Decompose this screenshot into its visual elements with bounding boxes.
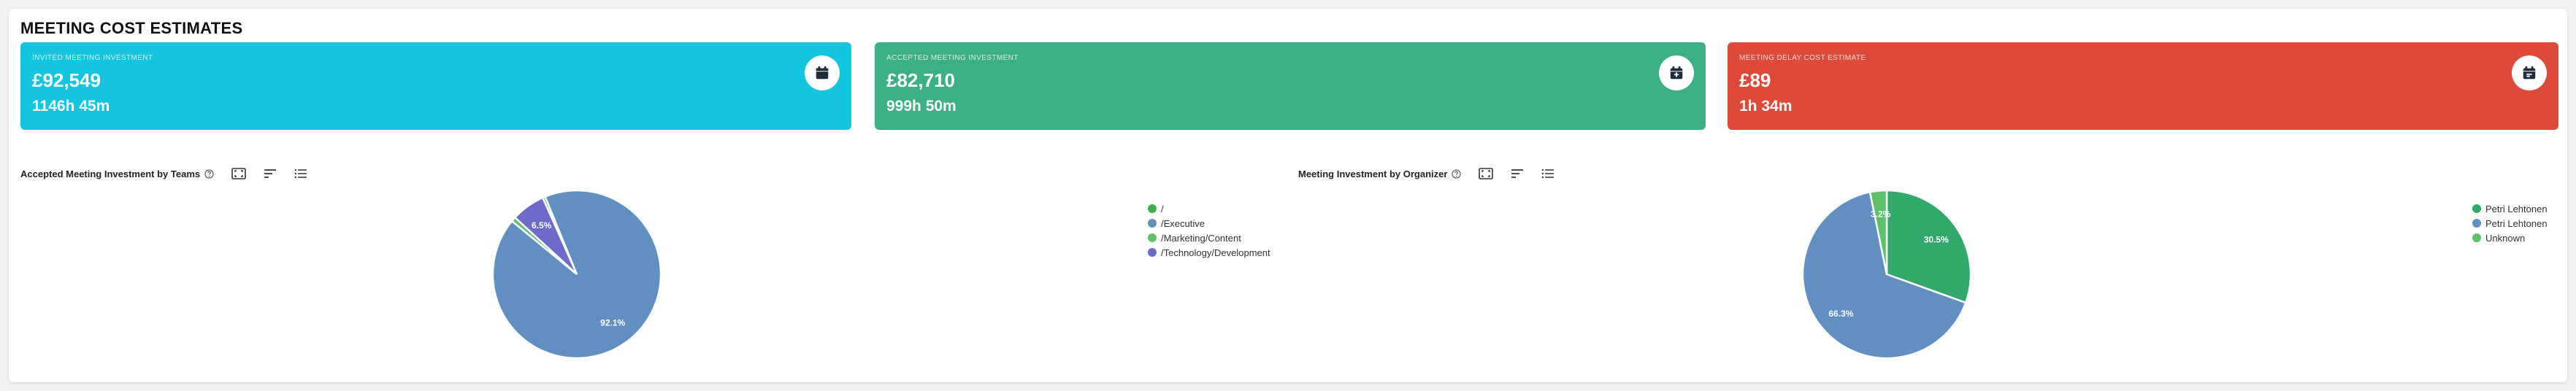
legend-label: Unknown xyxy=(2485,232,2526,244)
help-icon[interactable] xyxy=(204,169,214,179)
calendar-check-icon xyxy=(1659,55,1694,90)
teams-chart-header: Accepted Meeting Investment by Teams xyxy=(20,168,307,179)
calendar-clock-icon xyxy=(2512,55,2547,90)
teams-chart-title: Accepted Meeting Investment by Teams xyxy=(20,168,201,179)
teams-pie-chart: 92.1% 6.5% xyxy=(491,189,662,360)
pie-slice-label: 6.5% xyxy=(532,220,552,231)
pie-slice-label: 3.2% xyxy=(1871,209,1891,220)
delay-cost-card: MEETING DELAY COST ESTIMATE £89 1h 34m xyxy=(1728,42,2558,130)
legend-swatch xyxy=(1148,219,1157,228)
list-icon[interactable] xyxy=(294,169,307,179)
legend-swatch xyxy=(1148,204,1157,213)
legend-item[interactable]: / xyxy=(1148,201,1270,216)
meeting-cost-panel: MEETING COST ESTIMATES INVITED MEETING I… xyxy=(9,9,2567,382)
card-label: INVITED MEETING INVESTMENT xyxy=(32,54,153,62)
teams-chart-legend: / /Executive/Marketing/Content/Technology… xyxy=(1148,201,1270,260)
help-icon[interactable] xyxy=(1452,169,1462,179)
accepted-investment-card: ACCEPTED MEETING INVESTMENT £82,710 999h… xyxy=(875,42,1706,130)
legend-item[interactable]: /Executive xyxy=(1148,216,1270,231)
legend-label: / xyxy=(1161,203,1164,214)
card-value: £82,710 xyxy=(886,69,955,91)
pie-slice-label: 66.3% xyxy=(1828,309,1853,319)
page-title: MEETING COST ESTIMATES xyxy=(20,19,243,37)
legend-swatch xyxy=(2472,233,2481,242)
card-duration: 1h 34m xyxy=(1739,98,1793,115)
sort-icon[interactable] xyxy=(1511,169,1524,179)
organizer-chart-legend: Petri Lehtonen Petri Lehtonen Unknown xyxy=(2472,201,2548,245)
legend-swatch xyxy=(2472,219,2481,228)
legend-item[interactable]: Petri Lehtonen xyxy=(2472,216,2548,231)
sort-icon[interactable] xyxy=(264,169,277,179)
legend-item[interactable]: Petri Lehtonen xyxy=(2472,201,2548,216)
organizer-pie-chart: 30.5% 66.3% 3.2% xyxy=(1801,189,1972,360)
organizer-chart-header: Meeting Investment by Organizer xyxy=(1298,168,1555,179)
organizer-chart-title: Meeting Investment by Organizer xyxy=(1298,168,1448,179)
card-label: ACCEPTED MEETING INVESTMENT xyxy=(886,54,1019,62)
legend-item[interactable]: /Marketing/Content xyxy=(1148,231,1270,245)
pie-slice-label: 92.1% xyxy=(600,318,625,328)
list-icon[interactable] xyxy=(1541,169,1555,179)
legend-swatch xyxy=(1148,248,1157,257)
legend-label: /Technology/Development xyxy=(1161,247,1270,258)
legend-swatch xyxy=(1148,233,1157,242)
legend-item[interactable]: Unknown xyxy=(2472,231,2548,245)
legend-label: /Executive xyxy=(1161,217,1205,229)
card-value: £89 xyxy=(1739,69,1771,91)
legend-swatch xyxy=(2472,204,2481,213)
card-duration: 999h 50m xyxy=(886,98,957,115)
expand-icon[interactable] xyxy=(1479,168,1494,179)
card-duration: 1146h 45m xyxy=(32,98,110,115)
expand-icon[interactable] xyxy=(231,168,246,179)
pie-slice-label: 30.5% xyxy=(1924,234,1949,244)
invited-investment-card: INVITED MEETING INVESTMENT £92,549 1146h… xyxy=(20,42,851,130)
legend-item[interactable]: /Technology/Development xyxy=(1148,245,1270,260)
card-label: MEETING DELAY COST ESTIMATE xyxy=(1739,54,1866,62)
card-value: £92,549 xyxy=(32,69,101,91)
legend-label: Petri Lehtonen xyxy=(2485,217,2548,229)
legend-label: Petri Lehtonen xyxy=(2485,203,2548,214)
calendar-icon xyxy=(805,55,840,90)
legend-label: /Marketing/Content xyxy=(1161,232,1241,244)
